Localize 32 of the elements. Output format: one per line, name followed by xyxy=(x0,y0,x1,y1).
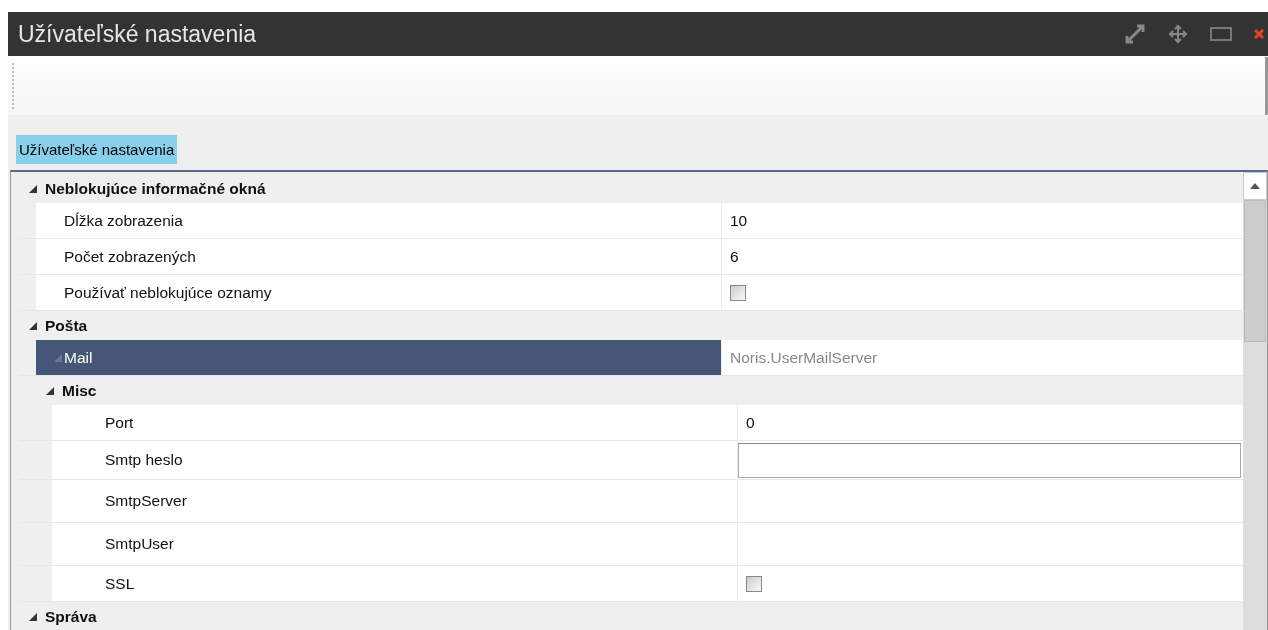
checkbox[interactable] xyxy=(746,575,762,592)
property-row[interactable]: SmtpUser xyxy=(52,523,738,565)
close-icon[interactable] xyxy=(1254,28,1264,40)
property-row[interactable]: Používať neblokujúce oznamy xyxy=(36,275,722,310)
move-icon[interactable] xyxy=(1168,24,1188,44)
property-row[interactable]: Počet zobrazených xyxy=(36,239,722,274)
property-row[interactable]: Smtp heslo xyxy=(52,441,738,479)
property-value[interactable]: 0 xyxy=(746,413,755,432)
category-label: Správa xyxy=(45,607,97,626)
resize-icon[interactable] xyxy=(1124,23,1146,45)
checkbox[interactable] xyxy=(730,284,746,301)
property-value[interactable]: 6 xyxy=(730,247,739,266)
property-value: Noris.UserMailServer xyxy=(730,348,878,367)
collapse-icon[interactable] xyxy=(29,321,37,330)
category-label: Misc xyxy=(62,381,97,400)
section-label: Užívateľské nastavenia xyxy=(16,135,178,164)
collapse-icon[interactable] xyxy=(46,386,54,395)
collapse-icon[interactable] xyxy=(29,612,37,621)
maximize-icon[interactable] xyxy=(1210,26,1232,42)
property-row[interactable]: Mail xyxy=(36,340,722,375)
scroll-up-icon[interactable] xyxy=(1250,183,1260,189)
property-row[interactable]: Port xyxy=(52,405,738,440)
category-label: Pošta xyxy=(45,316,88,335)
scrollbar[interactable] xyxy=(1243,172,1267,630)
property-row[interactable]: Dĺžka zobrazenia xyxy=(36,203,722,238)
collapse-icon[interactable] xyxy=(29,184,37,193)
property-row[interactable]: SmtpServer xyxy=(52,480,738,522)
password-field[interactable] xyxy=(738,442,1241,478)
window-title: Užívateľské nastavenia xyxy=(18,20,258,48)
category-label: Neblokujúce informačné okná xyxy=(45,179,266,198)
property-row[interactable]: SSL xyxy=(52,566,738,601)
property-value[interactable]: 10 xyxy=(730,211,748,230)
